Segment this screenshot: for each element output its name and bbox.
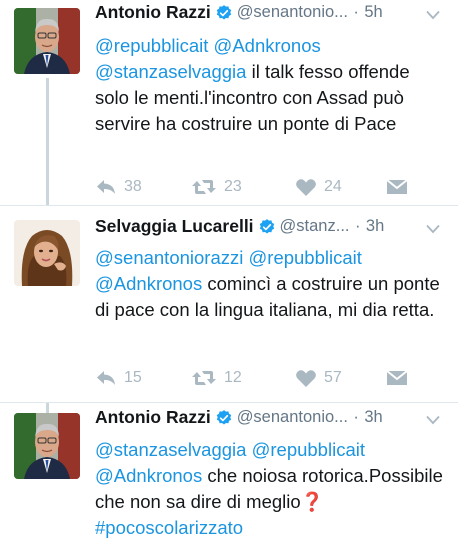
like-button[interactable]: 24	[295, 174, 342, 200]
mention-link[interactable]: @stanzaselvaggia	[95, 61, 246, 82]
reply-icon	[97, 180, 115, 194]
retweet-count: 23	[224, 178, 242, 195]
chevron-down-icon[interactable]	[426, 10, 440, 20]
like-icon	[296, 369, 316, 387]
author-name[interactable]: Antonio Razzi	[95, 2, 211, 22]
reply-count: 15	[124, 369, 142, 386]
timestamp[interactable]: 3h	[364, 408, 382, 426]
tweet-text: @senantoniorazzi @repubblicait @Adnkronos…	[95, 245, 445, 323]
question-emoji: ❓	[300, 491, 324, 512]
verified-icon	[216, 409, 231, 425]
tweet-1[interactable]: Antonio Razzi @senantonio... · 5h @repubb…	[0, 0, 458, 206]
retweet-count: 12	[224, 369, 242, 386]
like-count: 57	[324, 369, 342, 386]
author-handle[interactable]: @senantonio...	[237, 408, 348, 426]
retweet-icon	[192, 371, 216, 385]
retweet-button[interactable]: 12	[191, 365, 242, 391]
reply-count: 38	[124, 178, 142, 195]
mention-link[interactable]: @stanzaselvaggia @repubblicait	[95, 439, 365, 460]
tweet-actions: 38 23 24	[95, 174, 435, 200]
mention-link[interactable]: @repubblicait @Adnkronos	[95, 35, 321, 56]
tweet-header: Antonio Razzi @senantonio... · 3h	[95, 407, 448, 435]
avatar-selvaggia-lucarelli[interactable]	[14, 220, 80, 286]
avatar-antonio-razzi[interactable]	[14, 8, 80, 74]
like-count: 24	[324, 178, 342, 195]
mention-link[interactable]: @Adnkronos	[95, 465, 202, 486]
separator: ·	[354, 217, 361, 235]
timestamp[interactable]: 3h	[366, 217, 384, 235]
thread-line	[46, 403, 49, 413]
author-name[interactable]: Selvaggia Lucarelli	[95, 216, 254, 236]
tweet-2[interactable]: Selvaggia Lucarelli @stanz... · 3h @senan…	[0, 206, 458, 402]
hashtag-link[interactable]: #pocoscolarizzato	[95, 517, 243, 538]
retweet-icon	[192, 180, 216, 194]
reply-icon	[97, 371, 115, 385]
chevron-down-icon[interactable]	[426, 224, 440, 234]
author-name[interactable]: Antonio Razzi	[95, 407, 211, 427]
author-handle[interactable]: @senantonio...	[237, 3, 348, 21]
avatar-antonio-razzi[interactable]	[14, 413, 80, 479]
tweet-actions: 15 12 57	[95, 365, 435, 391]
chevron-down-icon[interactable]	[426, 415, 440, 425]
tweet-3[interactable]: Antonio Razzi @senantonio... · 3h @stanza…	[0, 403, 458, 544]
mention-link[interactable]: @senantoniorazzi @repubblicait	[95, 247, 362, 268]
dm-icon	[386, 179, 408, 194]
tweet-header: Antonio Razzi @senantonio... · 5h	[95, 2, 448, 30]
separator: ·	[353, 408, 359, 426]
dm-button[interactable]	[385, 365, 416, 391]
verified-icon	[216, 4, 231, 20]
dm-icon	[386, 370, 408, 385]
retweet-button[interactable]: 23	[191, 174, 242, 200]
dm-button[interactable]	[385, 174, 416, 200]
timeline: Antonio Razzi @senantonio... · 5h @repubb…	[0, 0, 458, 544]
tweet-header: Selvaggia Lucarelli @stanz... · 3h	[95, 216, 448, 244]
tweet-text: @repubblicait @Adnkronos @stanzaselvaggia…	[95, 33, 445, 137]
separator: ·	[353, 3, 359, 21]
like-button[interactable]: 57	[295, 365, 342, 391]
timestamp[interactable]: 5h	[364, 3, 382, 21]
author-handle[interactable]: @stanz...	[280, 217, 350, 235]
reply-button[interactable]: 38	[95, 174, 142, 200]
like-icon	[296, 178, 316, 196]
reply-button[interactable]: 15	[95, 365, 142, 391]
thread-line	[46, 78, 49, 206]
mention-link[interactable]: @Adnkronos	[95, 273, 202, 294]
verified-icon	[259, 218, 274, 234]
tweet-text: @stanzaselvaggia @repubblicait @Adnkronos…	[95, 437, 445, 541]
